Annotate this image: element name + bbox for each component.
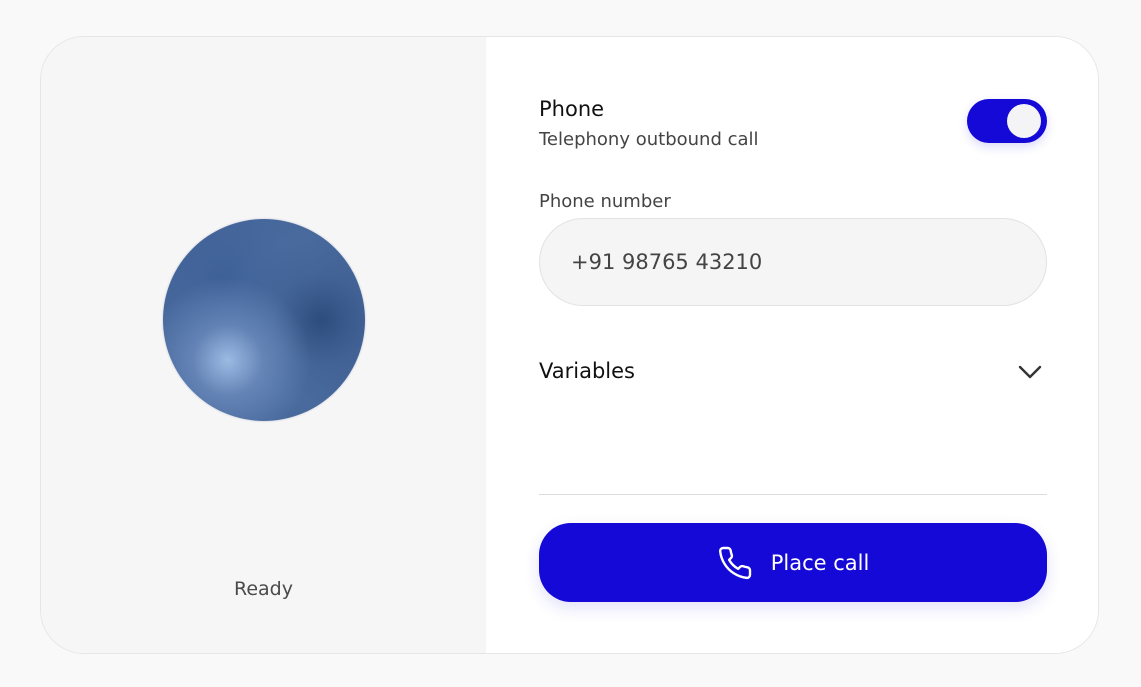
call-card: Ready Phone Telephony outbound call Phon… [40,36,1099,654]
place-call-label: Place call [770,550,870,575]
phone-panel: Phone Telephony outbound call Phone numb… [486,37,1098,653]
variables-label: Variables [539,359,635,383]
phone-toggle[interactable] [967,99,1047,143]
phone-number-input[interactable] [539,218,1047,306]
phone-icon [718,546,751,579]
phone-subtitle: Telephony outbound call [539,129,759,150]
phone-title: Phone [539,97,605,121]
variables-expander[interactable]: Variables [539,355,1047,391]
agent-orb [163,219,365,421]
phone-number-label: Phone number [539,191,671,212]
toggle-knob [1007,104,1041,138]
agent-panel: Ready [41,37,486,653]
agent-status: Ready [234,578,293,600]
chevron-down-icon [1018,365,1042,379]
divider [539,494,1047,495]
place-call-button[interactable]: Place call [539,523,1047,602]
